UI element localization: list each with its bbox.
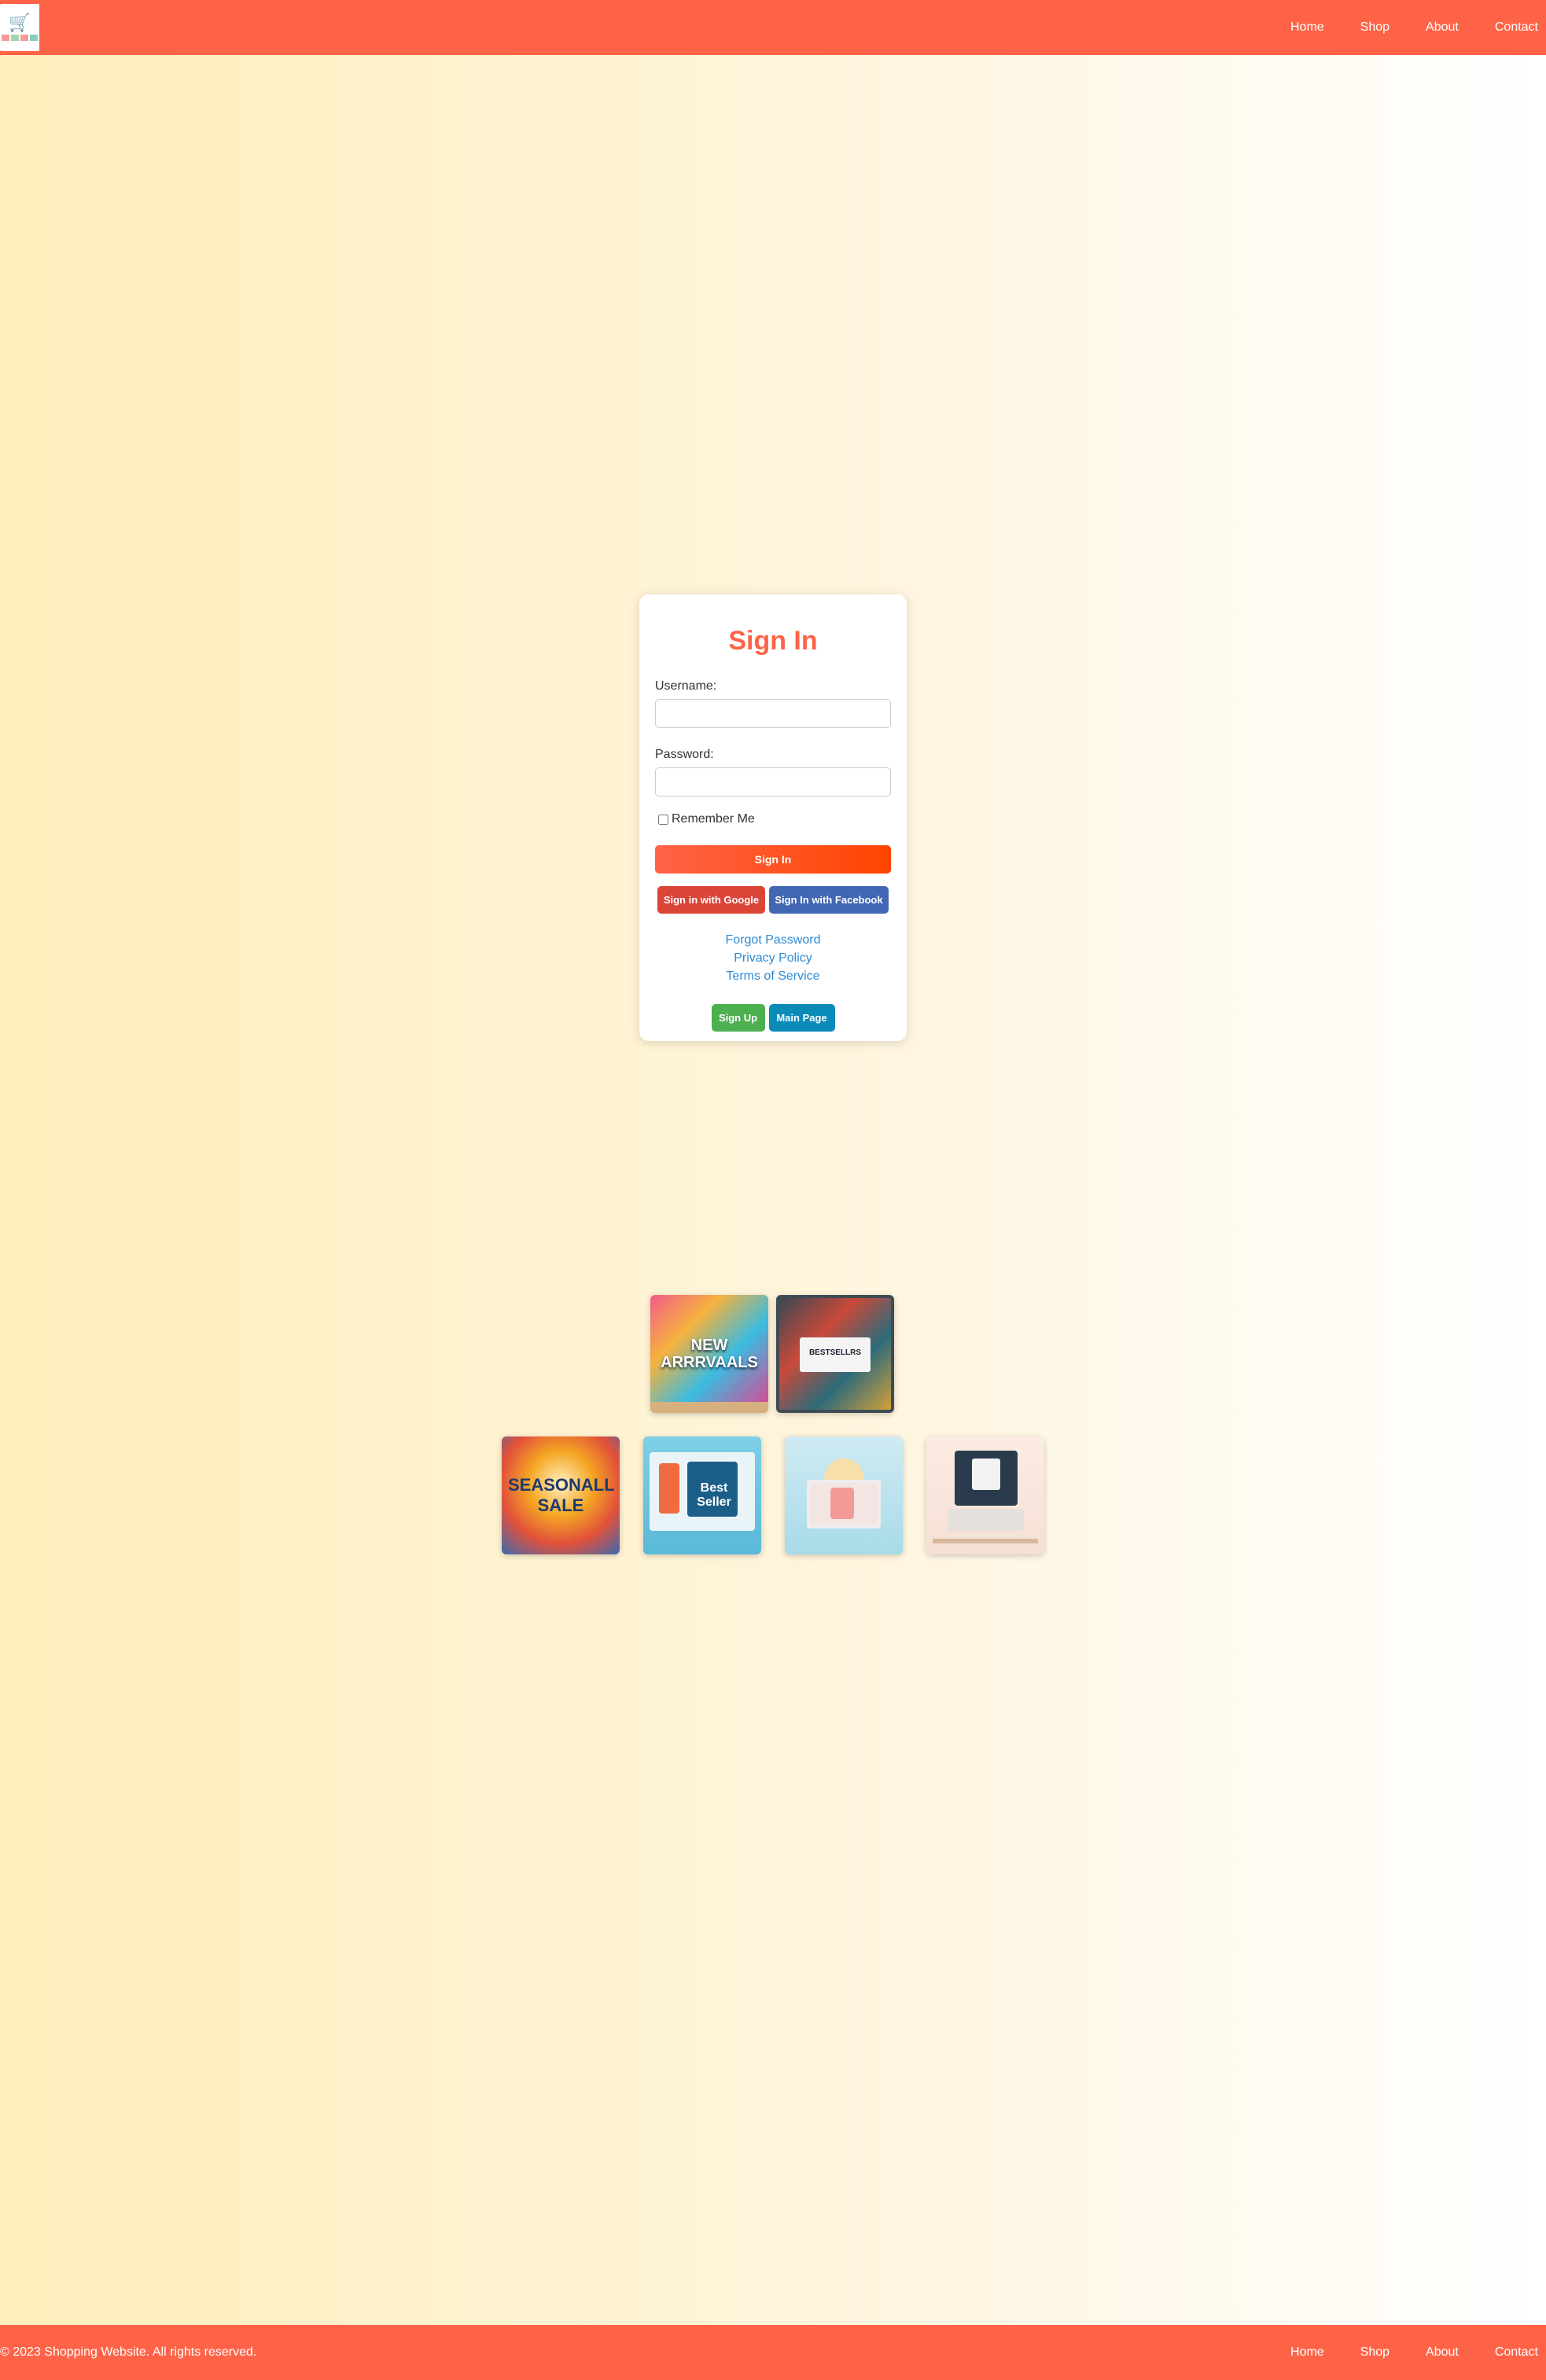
- forgot-password-link[interactable]: Forgot Password: [655, 931, 891, 949]
- remember-me-row: Remember Me: [655, 812, 891, 826]
- footer-nav: Home Shop About Contact: [1254, 2325, 1546, 2380]
- nav-contact[interactable]: Contact: [1495, 20, 1538, 35]
- shopping-cart-icon: 🛒: [9, 13, 31, 32]
- nav-home[interactable]: Home: [1290, 20, 1324, 35]
- promo-best-seller[interactable]: Best Seller: [643, 1436, 761, 1554]
- google-signin-button[interactable]: Sign in with Google: [657, 886, 765, 914]
- signin-links: Forgot Password Privacy Policy Terms of …: [655, 931, 891, 985]
- promo-caption: NEW ARRRVAALS: [661, 1337, 758, 1371]
- facebook-signin-button[interactable]: Sign In with Facebook: [769, 886, 889, 914]
- password-label: Password:: [655, 748, 714, 761]
- copyright-text: © 2023 Shopping Website. All rights rese…: [0, 2345, 257, 2359]
- terms-of-service-link[interactable]: Terms of Service: [655, 967, 891, 985]
- remember-me-label: Remember Me: [672, 812, 755, 826]
- promo-display[interactable]: [785, 1436, 903, 1554]
- password-input[interactable]: [655, 767, 891, 796]
- signin-button[interactable]: Sign In: [655, 845, 891, 874]
- footer-nav-shop[interactable]: Shop: [1360, 2345, 1390, 2360]
- signin-title: Sign In: [728, 626, 818, 656]
- promo-new-arrivals[interactable]: NEW ARRRVAALS: [650, 1295, 768, 1413]
- footer-nav-about[interactable]: About: [1426, 2345, 1459, 2360]
- promo-seasonal-sale[interactable]: SEASONALL SALE: [502, 1436, 620, 1554]
- username-input[interactable]: [655, 699, 891, 728]
- signup-button[interactable]: Sign Up: [711, 1004, 765, 1032]
- nav-shop[interactable]: Shop: [1360, 20, 1390, 35]
- social-login-row: Sign in with Google Sign In with Faceboo…: [655, 886, 891, 914]
- site-footer: © 2023 Shopping Website. All rights rese…: [0, 2325, 1546, 2380]
- logo-strip: [2, 35, 38, 41]
- promo-caption: SEASONALL SALE: [508, 1475, 615, 1515]
- site-logo[interactable]: 🛒: [0, 4, 39, 51]
- bottom-buttons: Sign Up Main Page: [655, 1004, 891, 1032]
- footer-nav-contact[interactable]: Contact: [1495, 2345, 1538, 2360]
- promo-caption: BESTSELLRS: [808, 1348, 862, 1357]
- remember-me-checkbox[interactable]: [658, 814, 668, 825]
- username-label: Username:: [655, 679, 717, 693]
- promo-fashion[interactable]: [926, 1436, 1044, 1554]
- promo-caption: Best Seller: [697, 1481, 731, 1509]
- signin-card: Sign In Username: Password: Remember Me …: [639, 594, 907, 1041]
- main-page-button[interactable]: Main Page: [768, 1004, 835, 1032]
- header-nav: Home Shop About Contact: [1254, 0, 1546, 55]
- promo-bestsellers[interactable]: BESTSELLRS: [776, 1295, 894, 1413]
- nav-about[interactable]: About: [1426, 20, 1459, 35]
- top-navbar: 🛒 Home Shop About Contact: [0, 0, 1546, 55]
- privacy-policy-link[interactable]: Privacy Policy: [655, 949, 891, 967]
- footer-nav-home[interactable]: Home: [1290, 2345, 1324, 2360]
